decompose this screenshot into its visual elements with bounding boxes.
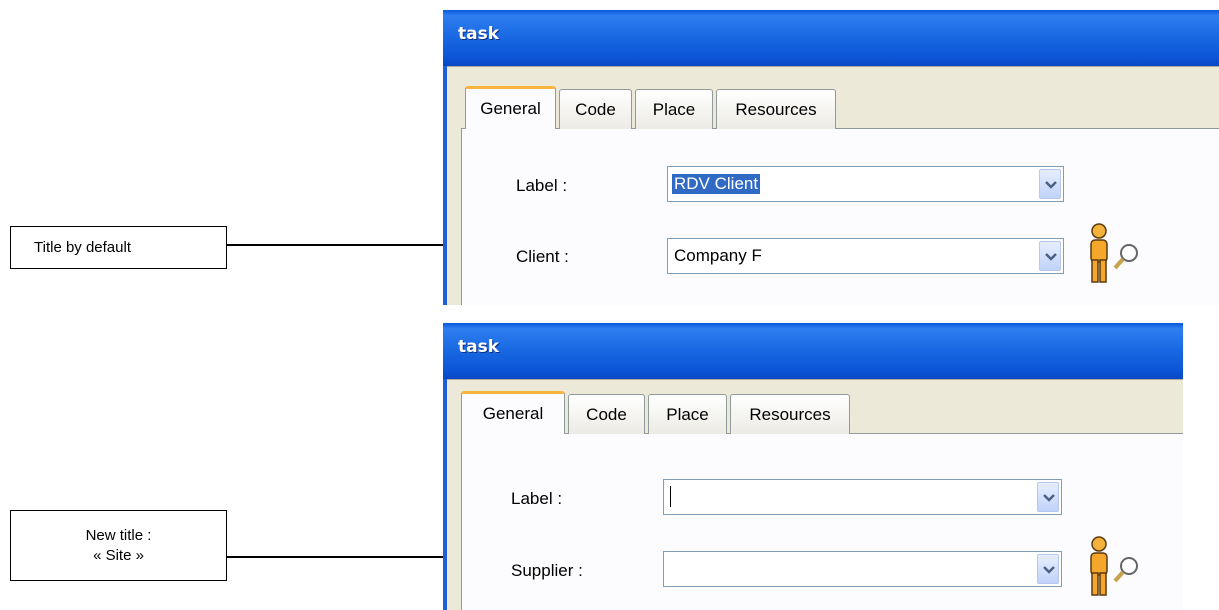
supplier-field-label: Supplier : bbox=[511, 561, 583, 580]
divider bbox=[447, 66, 1219, 67]
window-border bbox=[443, 66, 447, 305]
dropdown-button[interactable] bbox=[1039, 241, 1061, 271]
dropdown-button[interactable] bbox=[1037, 554, 1059, 584]
person-search-icon[interactable] bbox=[1083, 222, 1175, 294]
client-value: Company F bbox=[674, 246, 762, 265]
client-field-label: Client : bbox=[516, 247, 569, 266]
dropdown-button[interactable] bbox=[1037, 482, 1059, 512]
callout-new-title: New title : « Site » bbox=[10, 510, 227, 581]
callout-title-by-default: Title by default bbox=[10, 226, 227, 269]
chevron-down-icon bbox=[1045, 253, 1057, 261]
task-window-default: task General Code Place Resources Label … bbox=[443, 10, 1219, 305]
task-window-new: task General Code Place Resources Label … bbox=[443, 323, 1183, 610]
tab-code[interactable]: Code bbox=[559, 89, 632, 129]
callout-text: Title by default bbox=[34, 238, 131, 256]
callout-text-line1: New title : bbox=[85, 526, 152, 544]
label-value: RDV Client bbox=[672, 174, 761, 194]
label-field-label: Label : bbox=[516, 176, 568, 195]
tab-general[interactable]: General bbox=[461, 391, 565, 434]
tab-resources[interactable]: Resources bbox=[730, 394, 850, 434]
client-combobox[interactable]: Company F bbox=[667, 238, 1064, 274]
supplier-combobox[interactable] bbox=[663, 551, 1062, 587]
tab-bar: General Code Place Resources bbox=[465, 86, 839, 129]
tab-code[interactable]: Code bbox=[568, 394, 645, 434]
tab-place[interactable]: Place bbox=[635, 89, 713, 129]
label-field-label: Label : bbox=[511, 489, 563, 508]
callout-text-line2: « Site » bbox=[93, 546, 144, 564]
chevron-down-icon bbox=[1043, 494, 1055, 502]
chevron-down-icon bbox=[1045, 181, 1057, 189]
tab-bar: General Code Place Resources bbox=[461, 391, 853, 434]
window-title: task bbox=[458, 337, 500, 357]
title-bar[interactable]: task bbox=[443, 10, 1219, 66]
title-bar[interactable]: task bbox=[443, 323, 1183, 379]
tab-place[interactable]: Place bbox=[648, 394, 727, 434]
window-title: task bbox=[458, 24, 500, 44]
divider bbox=[447, 379, 1183, 380]
dropdown-button[interactable] bbox=[1039, 169, 1061, 199]
label-combobox[interactable]: RDV Client bbox=[667, 166, 1064, 202]
tab-general[interactable]: General bbox=[465, 86, 556, 129]
person-search-icon[interactable] bbox=[1083, 535, 1175, 607]
window-border bbox=[443, 379, 447, 610]
chevron-down-icon bbox=[1043, 566, 1055, 574]
tab-resources[interactable]: Resources bbox=[716, 89, 836, 129]
text-cursor bbox=[670, 486, 671, 507]
label-combobox[interactable] bbox=[663, 479, 1062, 515]
